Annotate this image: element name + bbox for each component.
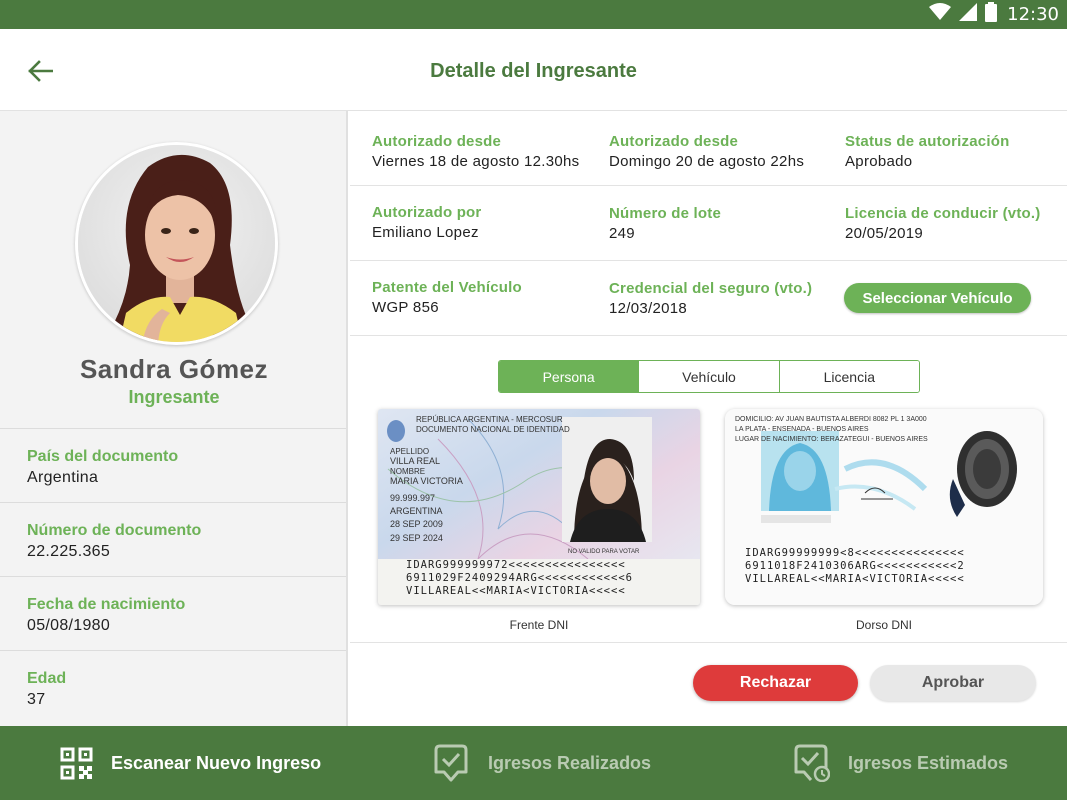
info-label: Autorizado desde [609, 133, 739, 150]
dni-not-valid-text: NO VALIDO PARA VOTAR [568, 549, 640, 555]
clock-list-icon [794, 744, 830, 782]
avatar [75, 142, 278, 345]
tab-vehiculo[interactable]: Vehículo [639, 361, 780, 392]
dni-nationality: ARGENTINA [390, 506, 443, 516]
tab-persona[interactable]: Persona [499, 361, 640, 392]
field-value: 37 [27, 691, 46, 708]
info-label: Credencial del seguro (vto.) [609, 280, 813, 297]
dni-issue-date: 28 SEP 2009 [390, 519, 443, 529]
field-label: Edad [27, 670, 67, 687]
dni-front-image[interactable]: REPÚBLICA ARGENTINA - MERCOSUR DOCUMENTO… [378, 409, 700, 605]
document-tabs: Persona Vehículo Licencia [498, 360, 920, 393]
nav-label: Igresos Realizados [488, 752, 652, 773]
checklist-icon [434, 744, 468, 782]
insurance-credential-cell: Credencial del seguro (vto.) 12/03/2018 [609, 261, 812, 336]
status-time: 12:30 [1007, 4, 1059, 25]
field-value: 05/08/1980 [27, 617, 111, 634]
nav-label: Escanear Nuevo Ingreso [111, 752, 322, 773]
vehicle-plate-cell: Patente del Vehículo WGP 856 [372, 261, 522, 336]
approve-button[interactable]: Aprobar [870, 665, 1036, 701]
dni-back-caption: Dorso DNI [855, 618, 912, 632]
info-label: Licencia de conducir (vto.) [845, 205, 1041, 222]
nav-scan-new-entry[interactable]: Escanear Nuevo Ingreso [60, 726, 321, 800]
nav-completed-entries[interactable]: Igresos Realizados [432, 726, 651, 800]
bottom-navigation: Escanear Nuevo Ingreso Igresos Realizado… [0, 726, 1067, 800]
nav-label: Igresos Estimados [848, 752, 1009, 773]
dni-name: MARIA VICTORIA [390, 476, 463, 486]
dni-doc-number: 99.999.997 [390, 493, 436, 503]
battery-icon [985, 2, 998, 27]
dni-address-text: DOMICILIO: AV JUAN BAUTISTA ALBERDI 8082… [735, 416, 928, 443]
info-value: Viernes 18 de agosto 12.30hs [372, 153, 580, 170]
dni-back-mrz: IDARG99999999<8<<<<<<<<<<<<<<< 6911018F2… [745, 547, 965, 585]
nav-estimated-entries[interactable]: Igresos Estimados [792, 726, 1008, 800]
info-row: Autorizado desde Viernes 18 de agosto 12… [350, 111, 1067, 186]
reject-button[interactable]: Rechazar [693, 665, 858, 701]
dni-surname: VILLA REAL [390, 456, 441, 466]
age-field: Edad 37 [0, 650, 346, 724]
dni-expiry-date: 29 SEP 2024 [390, 533, 443, 543]
tab-licencia[interactable]: Licencia [779, 361, 919, 392]
field-label: Número de documento [27, 522, 202, 539]
wifi-icon [929, 3, 952, 26]
info-value: 249 [609, 225, 635, 242]
info-value: Domingo 20 de agosto 22hs [609, 153, 805, 170]
status-bar: 12:30 [0, 0, 1067, 29]
info-row: Autorizado por Emiliano Lopez Número de … [350, 186, 1067, 261]
field-label: País del documento [27, 448, 179, 465]
info-label: Status de autorización [845, 133, 1010, 150]
document-number-field: Número de documento 22.225.365 [0, 502, 346, 576]
info-label: Autorizado por [372, 204, 482, 221]
info-value: WGP 856 [372, 299, 439, 316]
info-value: 20/05/2019 [845, 225, 924, 242]
info-label: Autorizado desde [372, 133, 502, 150]
person-name: Sandra Gómez [79, 354, 269, 384]
qr-code-icon [60, 747, 93, 779]
person-role: Ingresante [128, 387, 220, 407]
info-value: Emiliano Lopez [372, 224, 479, 241]
page-title: Detalle del Ingresante [430, 60, 637, 82]
signal-icon [959, 3, 978, 26]
info-label: Número de lote [609, 205, 721, 222]
detail-panel: Autorizado desde Viernes 18 de agosto 12… [350, 111, 1067, 726]
birth-date-field: Fecha de nacimiento 05/08/1980 [0, 576, 346, 650]
field-value: 22.225.365 [27, 543, 111, 560]
lot-number-cell: Número de lote 249 [609, 186, 721, 261]
authorized-from-cell: Autorizado desde Domingo 20 de agosto 22… [609, 111, 804, 186]
info-label: Patente del Vehículo [372, 279, 522, 296]
authorization-status-cell: Status de autorización Aprobado [845, 111, 1009, 186]
field-label: Fecha de nacimiento [27, 596, 186, 613]
divider [350, 642, 1067, 643]
dni-front-mrz: IDARG999999972<<<<<<<<<<<<<<<< 6911029F2… [406, 559, 633, 597]
info-value: 12/03/2018 [609, 300, 688, 317]
driver-license-cell: Licencia de conducir (vto.) 20/05/2019 [845, 186, 1040, 261]
dni-header-text: REPÚBLICA ARGENTINA - MERCOSUR DOCUMENTO… [416, 415, 570, 434]
field-value: Argentina [27, 469, 99, 486]
document-country-field: País del documento Argentina [0, 428, 346, 502]
app-bar: Detalle del Ingresante [0, 29, 1067, 111]
select-vehicle-button[interactable]: Seleccionar Vehículo [844, 283, 1031, 313]
info-value: Aprobado [845, 153, 913, 170]
dni-front-caption: Frente DNI [509, 618, 569, 632]
person-summary-panel: Sandra Gómez Ingresante País del documen… [0, 111, 348, 726]
authorized-by-cell: Autorizado por Emiliano Lopez [372, 186, 481, 261]
authorized-from-cell: Autorizado desde Viernes 18 de agosto 12… [372, 111, 579, 186]
dni-back-image[interactable]: DOMICILIO: AV JUAN BAUTISTA ALBERDI 8082… [725, 409, 1043, 605]
